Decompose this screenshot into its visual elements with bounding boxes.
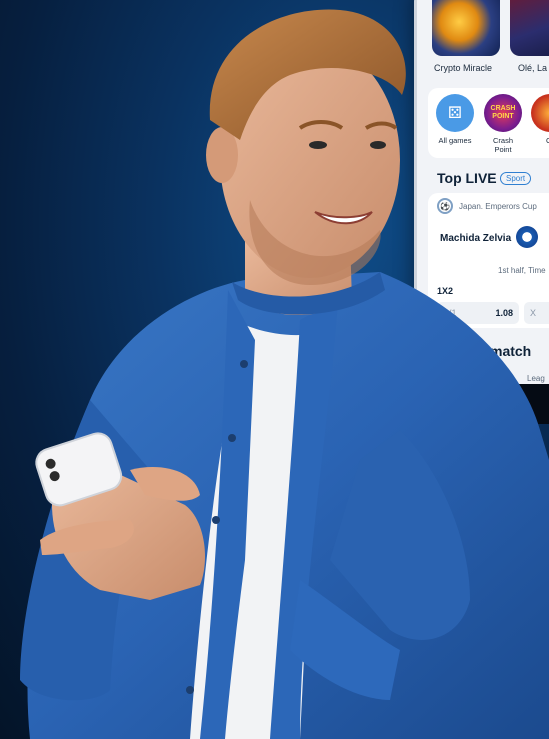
odd-label: X: [530, 308, 537, 318]
game-tile-crypto-miracle[interactable]: [432, 0, 500, 56]
league-name: Japan. Emperors Cup: [459, 202, 537, 211]
game-tile-ole-la[interactable]: [510, 0, 549, 56]
odd-label: W1: [443, 308, 457, 318]
match-time: 1st half, Time: [498, 266, 546, 275]
section-title-match: match: [490, 343, 532, 359]
phone-shadow: [482, 384, 549, 424]
category-crash-point[interactable]: CRASH POINT Crash Point: [481, 94, 525, 154]
odd-button-x[interactable]: X: [524, 302, 549, 324]
odd-button-w1[interactable]: W1 1.08: [437, 302, 519, 324]
game-name[interactable]: Olé, La: [518, 63, 547, 73]
smartphone-icon: [35, 432, 123, 507]
sport-badge[interactable]: Sport: [500, 172, 532, 185]
odd-value: 1.08: [495, 308, 513, 318]
promo-banner: Crypto Miracle Olé, La ⚄ All games CRASH…: [0, 0, 549, 739]
dice-icon: ⚄: [436, 94, 474, 132]
category-label: Crash Point: [492, 136, 513, 154]
market-label: 1X2: [437, 286, 454, 296]
game-icon: [531, 94, 549, 132]
game-name[interactable]: Crypto Miracle: [434, 63, 492, 73]
category-label: All games: [438, 136, 472, 145]
crash-point-icon: CRASH POINT: [484, 94, 522, 132]
category-all-games[interactable]: ⚄ All games: [433, 94, 477, 145]
category-cr[interactable]: Cr: [528, 94, 549, 145]
categories-card: ⚄ All games CRASH POINT Crash Point Cr: [428, 88, 549, 158]
team-name: Machida Zelvia: [440, 233, 512, 244]
team-logo-icon: Z: [516, 226, 538, 248]
crash-point-logo-text: CRASH POINT: [490, 105, 516, 120]
section-title-top-live: Top LIVE: [437, 170, 497, 186]
league-name: Leag: [527, 374, 545, 383]
football-icon: ⚽: [437, 198, 453, 214]
category-label: Cr: [546, 136, 549, 145]
